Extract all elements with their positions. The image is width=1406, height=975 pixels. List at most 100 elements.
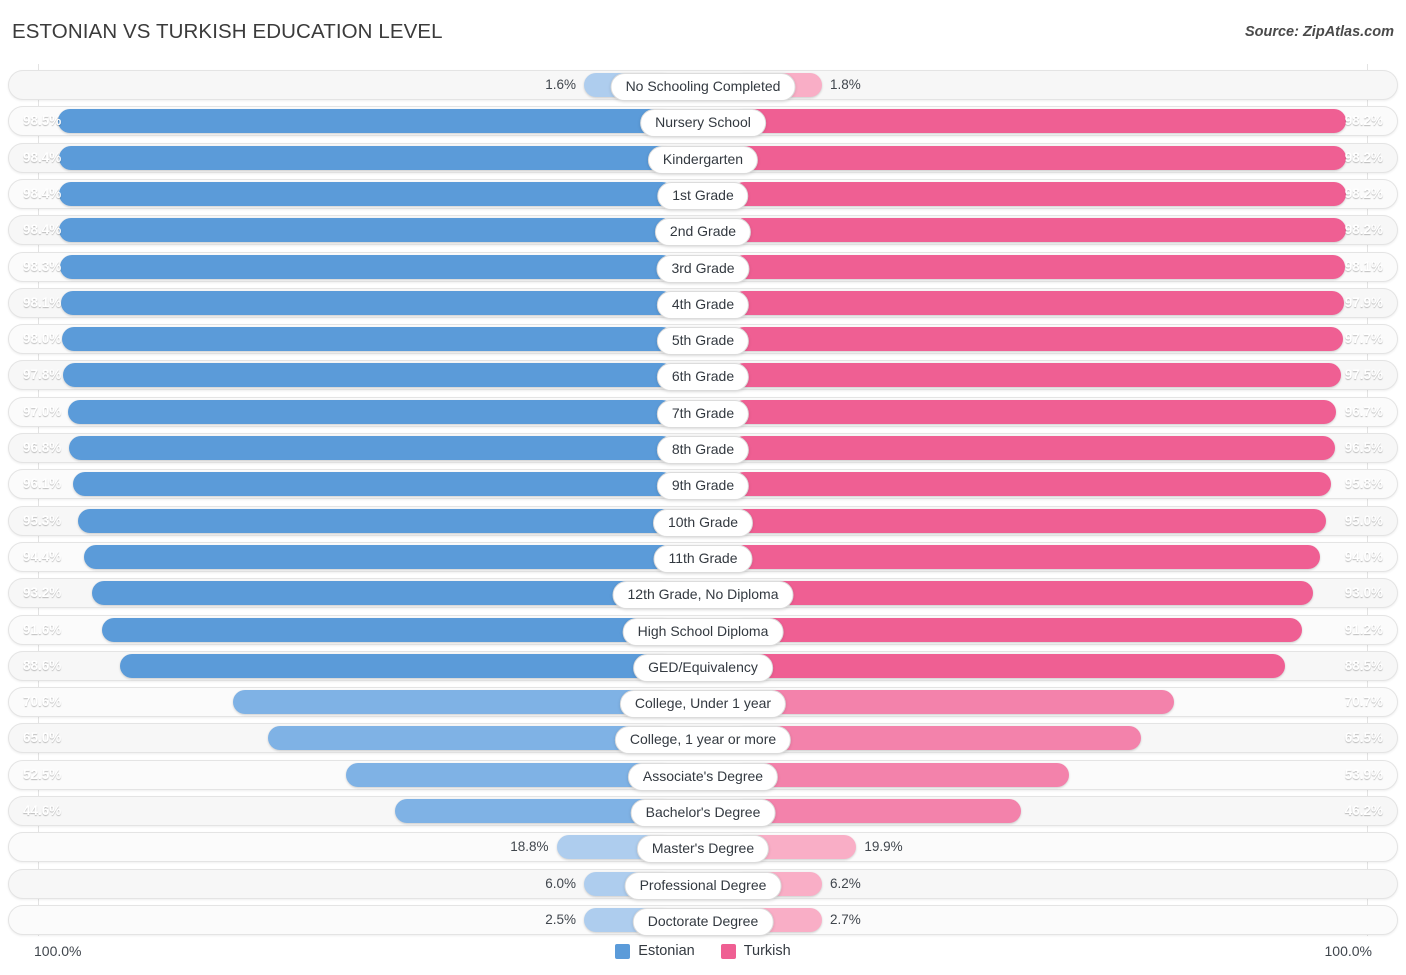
bar-estonian bbox=[58, 109, 674, 134]
bar-estonian bbox=[101, 617, 674, 642]
bar-half-estonian: 52.5% bbox=[9, 761, 674, 789]
category-label: College, Under 1 year bbox=[619, 690, 787, 719]
bar-turkish bbox=[732, 581, 1314, 606]
table-row: 52.5% 53.9% Associate's Degree bbox=[8, 759, 1398, 791]
bar-half-estonian: 18.8% bbox=[9, 833, 674, 861]
value-label-turkish: 46.2% bbox=[1344, 803, 1383, 818]
value-label-estonian: 2.5% bbox=[545, 911, 576, 927]
category-label: Nursery School bbox=[640, 109, 766, 138]
bar-half-turkish: 95.0% bbox=[732, 507, 1397, 535]
value-label-estonian: 93.2% bbox=[23, 585, 62, 601]
table-row: 98.4% 98.2% 2nd Grade bbox=[8, 215, 1398, 247]
table-row: 98.4% 98.2% 1st Grade bbox=[8, 178, 1398, 210]
bar-estonian bbox=[73, 472, 674, 497]
bar-turkish bbox=[732, 544, 1320, 569]
bar-half-estonian: 98.4% bbox=[9, 216, 674, 244]
bar-estonian bbox=[59, 218, 674, 243]
category-label: GED/Equivalency bbox=[633, 653, 773, 682]
bar-half-turkish: 95.8% bbox=[732, 470, 1397, 498]
category-label: 11th Grade bbox=[653, 544, 753, 573]
table-row: 97.0% 96.7% 7th Grade bbox=[8, 396, 1398, 428]
table-row: 70.6% 70.7% College, Under 1 year bbox=[8, 687, 1398, 719]
bar-half-estonian: 44.6% bbox=[9, 797, 674, 825]
value-label-turkish: 97.9% bbox=[1344, 294, 1383, 310]
category-label: 1st Grade bbox=[657, 181, 749, 210]
bar-half-estonian: 98.1% bbox=[9, 289, 674, 317]
category-label: 9th Grade bbox=[656, 472, 750, 501]
table-row: 6.0% 6.2% Professional Degree bbox=[8, 868, 1398, 900]
bar-estonian bbox=[91, 581, 674, 606]
value-label-estonian: 91.6% bbox=[23, 621, 62, 637]
value-label-estonian: 98.0% bbox=[23, 331, 62, 347]
bar-estonian bbox=[67, 399, 674, 424]
bar-half-turkish: 2.7% bbox=[732, 906, 1397, 934]
bar-half-turkish: 70.7% bbox=[732, 688, 1397, 716]
diverging-bar-chart: 1.6% 1.8% No Schooling Completed 98.5% 98.2%… bbox=[8, 64, 1398, 936]
legend-item[interactable]: Turkish bbox=[720, 943, 791, 959]
value-label-turkish: 65.5% bbox=[1344, 730, 1383, 746]
bar-turkish bbox=[732, 218, 1346, 243]
value-label-estonian: 96.8% bbox=[23, 440, 62, 455]
value-label-turkish: 97.5% bbox=[1344, 367, 1383, 383]
bar-half-turkish: 93.0% bbox=[732, 579, 1397, 607]
value-label-turkish: 96.5% bbox=[1344, 440, 1383, 455]
category-label: Professional Degree bbox=[624, 871, 782, 900]
bar-half-estonian: 65.0% bbox=[9, 724, 674, 752]
bar-half-turkish: 97.7% bbox=[732, 325, 1397, 353]
bar-estonian bbox=[345, 762, 674, 787]
bar-half-estonian: 98.0% bbox=[9, 325, 674, 353]
value-label-turkish: 96.7% bbox=[1344, 403, 1383, 419]
value-label-turkish: 98.1% bbox=[1344, 258, 1383, 274]
bar-turkish bbox=[732, 254, 1346, 279]
chart-footer: 100.0% 100.0% Estonian Turkish bbox=[8, 937, 1398, 965]
bar-estonian bbox=[59, 145, 674, 170]
bar-half-turkish: 96.5% bbox=[732, 434, 1397, 462]
bar-half-estonian: 98.3% bbox=[9, 253, 674, 281]
bar-half-estonian: 88.6% bbox=[9, 652, 674, 680]
category-label: No Schooling Completed bbox=[610, 73, 796, 101]
bar-half-turkish: 98.2% bbox=[732, 216, 1397, 244]
bar-half-turkish: 91.2% bbox=[732, 616, 1397, 644]
category-label: Bachelor's Degree bbox=[630, 799, 776, 827]
bar-half-estonian: 96.1% bbox=[9, 470, 674, 498]
legend-swatch-icon bbox=[720, 943, 736, 959]
source-label: Source: ZipAtlas.com bbox=[1244, 24, 1394, 40]
table-row: 98.5% 98.2% Nursery School bbox=[8, 106, 1398, 138]
bar-half-estonian: 96.8% bbox=[9, 434, 674, 462]
category-label: High School Diploma bbox=[622, 617, 784, 646]
bar-turkish bbox=[732, 399, 1337, 424]
legend-label: Estonian bbox=[638, 943, 695, 959]
value-label-turkish: 94.0% bbox=[1344, 548, 1383, 564]
category-label: Master's Degree bbox=[636, 835, 770, 864]
value-label-turkish: 19.9% bbox=[864, 839, 903, 855]
legend-item[interactable]: Estonian bbox=[615, 943, 695, 959]
category-label: 12th Grade, No Diploma bbox=[612, 581, 794, 610]
value-label-turkish: 70.7% bbox=[1344, 694, 1383, 710]
table-row: 65.0% 65.5% College, 1 year or more bbox=[8, 723, 1398, 755]
category-label: 10th Grade bbox=[652, 508, 754, 537]
category-label: 6th Grade bbox=[656, 363, 750, 392]
value-label-estonian: 95.3% bbox=[23, 512, 62, 528]
category-label: 3rd Grade bbox=[656, 254, 750, 283]
bar-estonian bbox=[59, 254, 674, 279]
bar-estonian bbox=[60, 290, 674, 315]
value-label-estonian: 98.4% bbox=[23, 222, 62, 238]
value-label-turkish: 95.0% bbox=[1344, 512, 1383, 528]
value-label-estonian: 98.3% bbox=[23, 258, 62, 274]
bar-half-estonian: 93.2% bbox=[9, 579, 674, 607]
value-label-estonian: 98.1% bbox=[23, 294, 62, 310]
bar-estonian bbox=[61, 327, 674, 352]
value-label-estonian: 18.8% bbox=[510, 839, 549, 855]
value-label-turkish: 98.2% bbox=[1344, 222, 1383, 238]
table-row: 98.0% 97.7% 5th Grade bbox=[8, 324, 1398, 356]
table-row: 96.1% 95.8% 9th Grade bbox=[8, 469, 1398, 501]
bar-half-turkish: 53.9% bbox=[732, 761, 1397, 789]
value-label-turkish: 6.2% bbox=[830, 875, 861, 891]
value-label-turkish: 98.2% bbox=[1344, 149, 1383, 165]
bar-half-estonian: 98.5% bbox=[9, 107, 674, 135]
bar-turkish bbox=[732, 436, 1336, 460]
bar-half-turkish: 97.9% bbox=[732, 289, 1397, 317]
bar-turkish bbox=[732, 363, 1342, 388]
bar-estonian bbox=[62, 363, 674, 388]
bar-half-turkish: 98.2% bbox=[732, 144, 1397, 172]
